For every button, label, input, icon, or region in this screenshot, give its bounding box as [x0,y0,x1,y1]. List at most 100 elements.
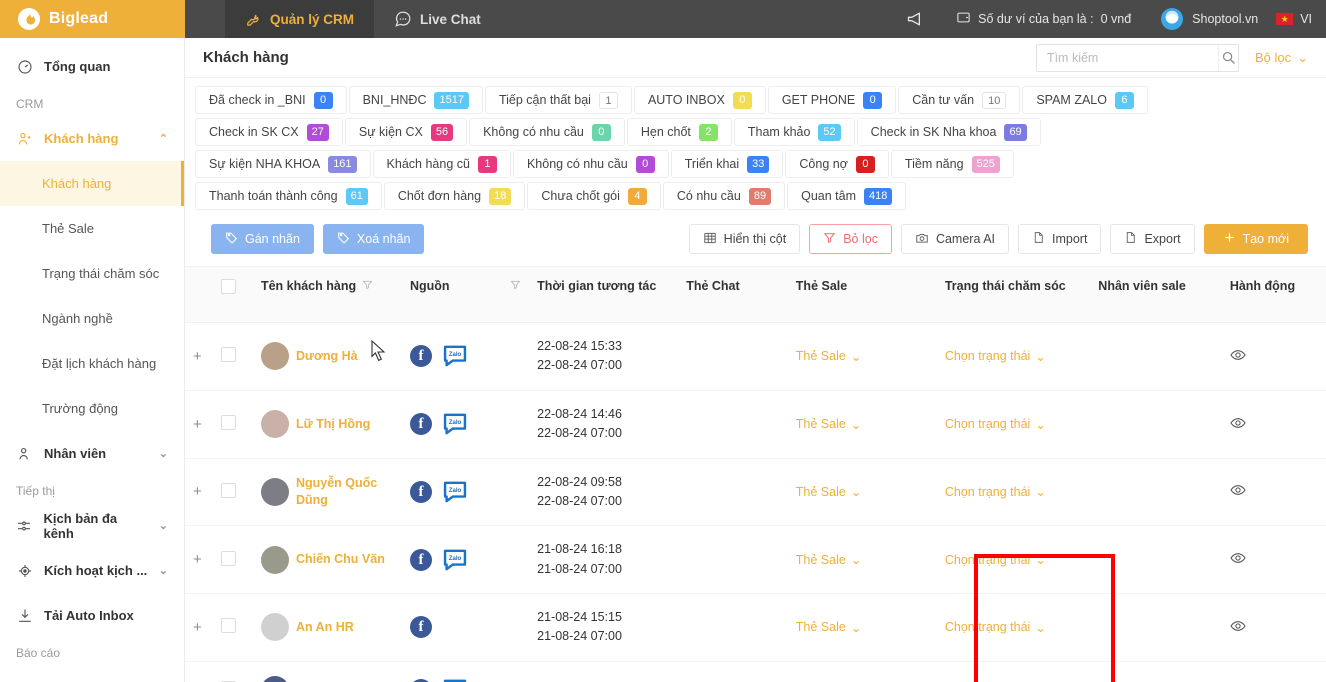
care-status-cell[interactable]: Chọn trạng thái ⌄ [936,458,1091,527]
tag-filter-chip[interactable]: Hẹn chốt 2 [626,118,732,146]
care-status-cell[interactable]: Chọn trạng thái ⌄ [936,390,1091,459]
row-checkbox[interactable] [221,618,237,634]
sidebar-subitem-khach-hang[interactable]: Khách hàng [0,161,184,206]
tag-filter-chip[interactable]: Tiềm năng 525 [890,150,1014,178]
customer-name-cell[interactable]: Chiến Chu Văn [252,525,402,594]
search-icon[interactable] [1217,44,1238,71]
customer-name-cell[interactable] [252,661,402,682]
customer-name-link[interactable]: Lữ Thị Hồng [296,416,370,433]
zalo-icon[interactable]: Zalo [442,413,468,435]
search-box[interactable] [1035,43,1239,72]
table-row[interactable]: + fZalo20-08-24 15:43 [185,661,1326,682]
row-select-cell[interactable] [213,525,253,594]
sort-filter-icon[interactable] [510,279,521,293]
tag-filter-chip[interactable]: Triển khai 33 [670,150,784,178]
table-row[interactable]: + Dương Hà f Zalo 22-08-24 15:33 22-08-24 07:… [185,322,1326,391]
sale-tag-cell[interactable]: Thẻ Sale ⌄ [787,593,937,662]
tag-filter-chip[interactable]: Sự kiện CX 56 [344,118,468,146]
expand-row-icon[interactable]: + [193,551,202,568]
customer-name-link[interactable]: Nguyễn Quốc Dũng [296,475,394,509]
wallet-balance[interactable]: Số dư ví của bạn là : 0 vnđ [940,10,1147,28]
row-expand-cell[interactable]: + [185,458,214,527]
remove-tag-button[interactable]: Xoá nhãn [322,224,425,254]
row-checkbox[interactable] [221,550,237,566]
expand-row-icon[interactable]: + [193,619,202,636]
action-cell[interactable] [1221,390,1326,459]
chat-tag-cell[interactable] [678,458,788,527]
sidebar-subitem-the-sale[interactable]: Thẻ Sale [0,206,184,251]
sidebar-subitem-trang-thai-cham-soc[interactable]: Trạng thái chăm sóc [0,251,184,296]
th-select-all[interactable] [213,266,253,323]
brand-logo-area[interactable]: Biglead [0,0,185,38]
facebook-icon[interactable]: f [410,480,432,503]
search-input[interactable] [1036,44,1218,71]
sale-staff-cell[interactable] [1090,458,1222,527]
chat-tag-cell[interactable] [678,390,788,459]
row-expand-cell[interactable]: + [185,661,214,682]
eye-icon[interactable] [1230,415,1246,434]
tag-filter-chip[interactable]: Không có nhu cầu 0 [512,150,669,178]
tag-filter-chip[interactable]: Chốt đơn hàng 18 [383,182,526,210]
sale-staff-cell[interactable] [1090,593,1222,662]
expand-row-icon[interactable]: + [193,416,202,433]
sale-tag-dropdown[interactable]: Thẻ Sale ⌄ [796,620,862,635]
customer-name-cell[interactable]: Lữ Thị Hồng [252,390,402,459]
row-expand-cell[interactable]: + [185,525,214,594]
show-columns-button[interactable]: Hiển thị cột [688,224,801,254]
tag-filter-chip[interactable]: Check in SK CX 27 [195,118,343,146]
care-status-cell[interactable]: Chọn trạng thái ⌄ [936,593,1091,662]
row-select-cell[interactable] [213,593,253,662]
export-button[interactable]: Export [1110,224,1195,254]
sale-tag-cell[interactable]: Thẻ Sale ⌄ [787,525,937,594]
sale-tag-cell[interactable] [787,661,937,682]
tag-filter-chip[interactable]: Check in SK Nha khoa 69 [856,118,1041,146]
sale-tag-dropdown[interactable]: Thẻ Sale ⌄ [796,417,862,432]
sort-filter-icon[interactable] [362,279,373,293]
sale-staff-cell[interactable] [1090,390,1222,459]
sale-tag-cell[interactable]: Thẻ Sale ⌄ [787,390,937,459]
tag-filter-chip[interactable]: BNI_HNĐC 1517 [348,86,483,114]
chat-tag-cell[interactable] [678,525,788,594]
tag-filter-chip[interactable]: Quan tâm 418 [787,182,907,210]
care-status-dropdown[interactable]: Chọn trạng thái ⌄ [945,620,1046,635]
sidebar-subitem-nganh-nghe[interactable]: Ngành nghề [0,296,184,341]
row-select-cell[interactable] [213,458,253,527]
action-cell[interactable] [1221,458,1326,527]
table-row[interactable]: + An An HR f 21-08-24 15:15 21-08-24 07:00 Th… [185,593,1326,662]
row-expand-cell[interactable]: + [185,390,214,459]
zalo-icon[interactable]: Zalo [442,345,468,367]
customer-name-cell[interactable]: An An HR [252,593,402,662]
sale-tag-dropdown[interactable]: Thẻ Sale ⌄ [796,484,862,500]
row-checkbox[interactable] [221,482,237,498]
top-nav-item-livechat[interactable]: Live Chat [374,0,501,38]
sale-staff-cell[interactable] [1090,525,1222,594]
customer-name-link[interactable]: Chiến Chu Văn [296,551,385,568]
tag-filter-chip[interactable]: Tiếp cận thất bại 1 [484,86,632,114]
chat-tag-cell[interactable] [678,593,788,662]
table-row[interactable]: + Nguyễn Quốc Dũng f Zalo 22-08-24 09:58 22-0… [185,458,1326,527]
care-status-cell[interactable]: Chọn trạng thái ⌄ [936,322,1091,391]
row-select-cell[interactable] [213,322,253,391]
select-all-checkbox[interactable] [221,279,237,294]
tag-filter-chip[interactable]: Có nhu cầu 89 [662,182,786,210]
facebook-icon[interactable]: f [410,413,432,436]
eye-icon[interactable] [1230,550,1246,569]
facebook-icon[interactable]: f [410,345,432,368]
tag-filter-chip[interactable]: AUTO INBOX 0 [633,86,766,114]
care-status-cell[interactable]: Chọn trạng thái ⌄ [936,525,1091,594]
sale-tag-dropdown[interactable]: Thẻ Sale ⌄ [796,552,862,568]
row-select-cell[interactable] [213,661,253,682]
action-cell[interactable] [1221,525,1326,594]
action-cell[interactable] [1221,593,1326,662]
tag-filter-chip[interactable]: Cần tư vấn 10 [898,86,1021,114]
customer-name-link[interactable]: Dương Hà [296,348,358,365]
zalo-icon[interactable]: Zalo [442,549,468,571]
customer-name-cell[interactable]: Nguyễn Quốc Dũng [252,458,402,527]
care-status-dropdown[interactable]: Chọn trạng thái ⌄ [945,349,1046,364]
chat-tag-cell[interactable] [678,322,788,391]
row-select-cell[interactable] [213,390,253,459]
sale-tag-cell[interactable]: Thẻ Sale ⌄ [787,458,937,527]
eye-icon[interactable] [1230,347,1246,366]
chat-tag-cell[interactable] [678,661,788,682]
sidebar-item-download-auto-inbox[interactable]: Tải Auto Inbox [0,593,184,638]
